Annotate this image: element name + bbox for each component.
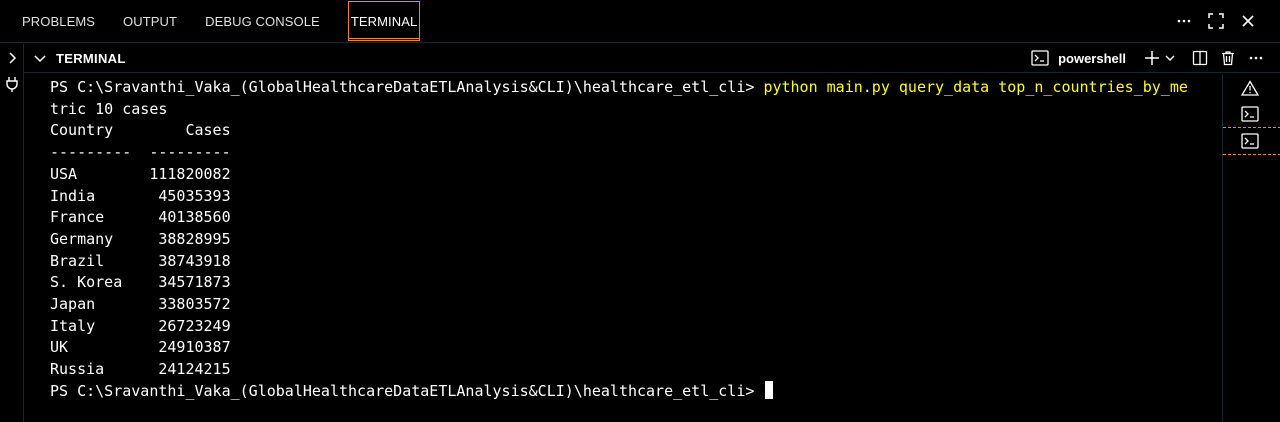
- plug-icon[interactable]: [2, 74, 22, 94]
- tab-problems[interactable]: PROBLEMS: [8, 1, 109, 41]
- terminal-final-line: PS C:\Sravanthi_Vaka_(GlobalHealthcareDa…: [50, 380, 774, 403]
- split-terminal-icon[interactable]: [1190, 48, 1210, 68]
- table-row: India 45035393: [50, 186, 231, 205]
- terminal-command-continuation: tric 10 cases: [50, 99, 168, 118]
- terminal-icon: [1030, 48, 1050, 68]
- ellipsis-icon[interactable]: [1246, 48, 1266, 68]
- terminal-title-label: TERMINAL: [56, 50, 126, 66]
- tab-debug-console[interactable]: DEBUG CONSOLE: [191, 1, 334, 41]
- table-row: France 40138560: [50, 208, 231, 227]
- terminal-icon: [1241, 133, 1259, 149]
- maximize-panel-icon[interactable]: [1206, 11, 1226, 31]
- table-divider: --------- ---------: [50, 143, 231, 162]
- plus-icon[interactable]: [1142, 48, 1162, 68]
- table-row: Brazil 38743918: [50, 251, 231, 270]
- terminal-command-line: PS C:\Sravanthi_Vaka_(GlobalHealthcareDa…: [50, 77, 1188, 99]
- vscode-panel: PROBLEMS OUTPUT DEBUG CONSOLE TERMINAL T…: [0, 0, 1280, 422]
- terminal-prompt: PS C:\Sravanthi_Vaka_(GlobalHealthcareDa…: [50, 381, 764, 400]
- trash-icon[interactable]: [1218, 48, 1238, 68]
- table-row: Japan 33803572: [50, 295, 231, 313]
- tab-output[interactable]: OUTPUT: [109, 1, 191, 41]
- terminal-command: python main.py query_data top_n_countrie…: [763, 78, 1188, 96]
- ellipsis-icon[interactable]: [1174, 11, 1194, 31]
- tab-terminal[interactable]: TERMINAL: [347, 1, 421, 41]
- table-row: USA 111820082: [50, 164, 231, 183]
- terminal-output[interactable]: PS C:\Sravanthi_Vaka_(GlobalHealthcareDa…: [24, 74, 1222, 422]
- table-header: Country Cases: [50, 121, 231, 140]
- table-row: Italy 26723249: [50, 316, 231, 335]
- panel-tab-bar: PROBLEMS OUTPUT DEBUG CONSOLE TERMINAL: [0, 0, 1280, 43]
- panel-tabs: PROBLEMS OUTPUT DEBUG CONSOLE TERMINAL: [0, 0, 421, 42]
- table-row: Germany 38828995: [50, 229, 231, 248]
- left-strip: [0, 44, 24, 422]
- terminal-prompt: PS C:\Sravanthi_Vaka_(GlobalHealthcareDa…: [50, 78, 764, 96]
- panel-actions: [1174, 11, 1280, 31]
- close-icon[interactable]: [1238, 11, 1258, 31]
- terminal-instance-1[interactable]: [1223, 100, 1280, 128]
- terminal-header: TERMINAL powershell: [24, 44, 1280, 73]
- table-row: S. Korea 34571873: [50, 273, 231, 292]
- terminal-icon: [1241, 106, 1259, 122]
- terminal-cursor: [765, 380, 774, 399]
- chevron-right-icon[interactable]: [2, 48, 22, 68]
- table-row: Russia 24124215: [50, 360, 231, 379]
- warning-icon[interactable]: [1223, 74, 1280, 102]
- table-row: UK 24910387: [50, 338, 231, 357]
- shell-name[interactable]: powershell: [1058, 51, 1126, 66]
- terminal-actions: powershell: [1030, 48, 1280, 68]
- terminal-list: [1222, 74, 1280, 422]
- chevron-down-icon[interactable]: [1164, 48, 1176, 68]
- terminal-section-title[interactable]: TERMINAL: [24, 48, 126, 68]
- terminal-instance-2[interactable]: [1223, 127, 1280, 155]
- chevron-down-icon: [30, 48, 50, 68]
